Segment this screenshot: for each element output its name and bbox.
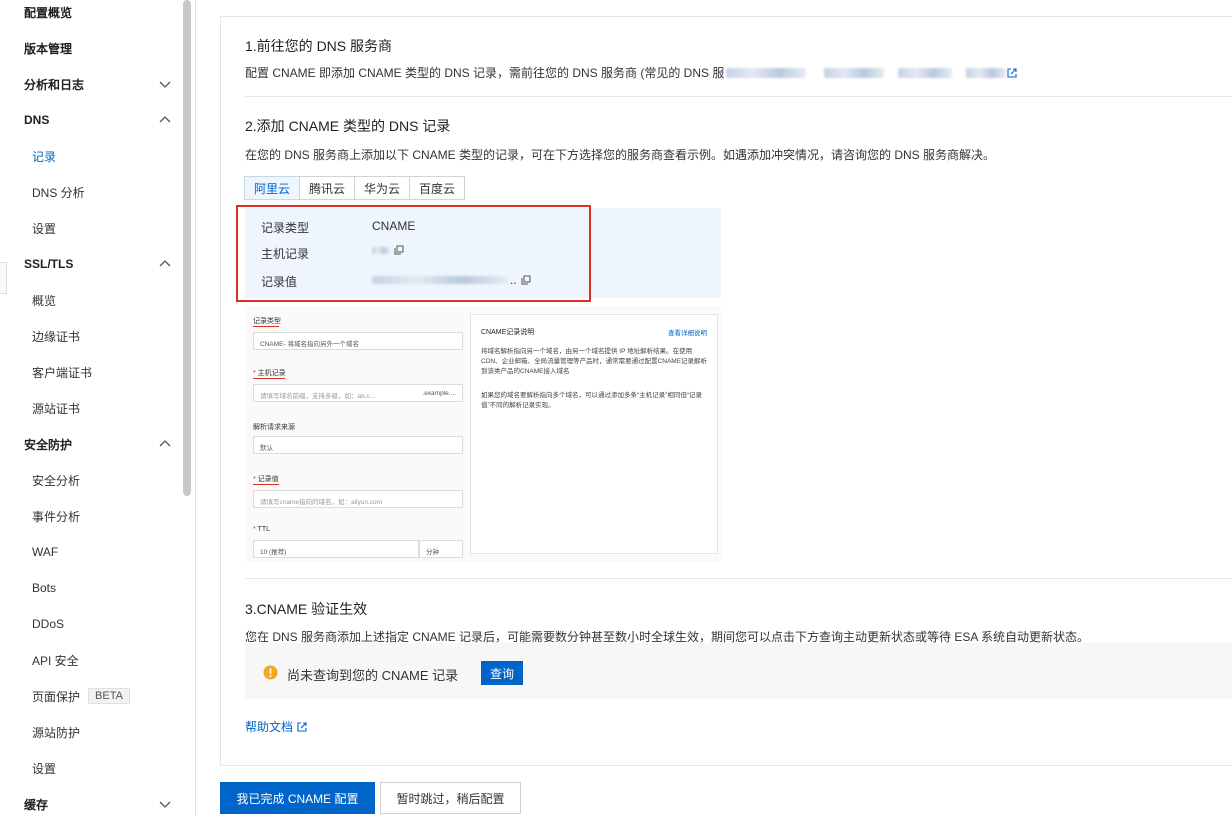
help-doc-link[interactable]: 帮助文档	[245, 718, 308, 735]
sidebar-item-api-security[interactable]: API 安全	[0, 645, 180, 675]
tab-tencent[interactable]: 腾讯云	[299, 176, 356, 200]
mock-label-ttl: * TTL	[253, 526, 270, 533]
redacted-record-value	[372, 276, 508, 284]
sidebar-item-event-analytics[interactable]: 事件分析	[0, 501, 180, 531]
chevron-up-icon	[159, 260, 171, 267]
example-form: 记录类型 CNAME- 将域名指向另外一个域名 * 主机记录 请填写域名前缀，支…	[253, 310, 465, 558]
step2-title: 2.添加 CNAME 类型的 DNS 记录	[245, 118, 451, 134]
redacted-link[interactable]	[966, 67, 1007, 78]
record-type-label: 记录类型	[261, 221, 310, 235]
host-record-label: 主机记录	[261, 247, 310, 261]
copy-icon[interactable]	[394, 245, 404, 255]
mock-label-host: * 主机记录	[253, 370, 286, 377]
complete-cname-button[interactable]: 我已完成 CNAME 配置	[220, 782, 375, 814]
beta-badge: BETA	[88, 688, 130, 704]
chevron-down-icon	[159, 801, 171, 808]
sidebar-item-overview[interactable]: 配置概览	[0, 0, 180, 27]
sidebar-scrollbar[interactable]	[183, 0, 191, 496]
external-link-icon[interactable]	[1006, 67, 1018, 79]
tab-aliyun[interactable]: 阿里云	[244, 176, 301, 200]
sidebar-item-cache[interactable]: 缓存	[0, 789, 180, 819]
redacted-text	[898, 67, 953, 78]
sidebar-item-waf[interactable]: WAF	[0, 537, 180, 567]
skip-button[interactable]: 暂时跳过，稍后配置	[380, 782, 521, 814]
sidebar-item-dns-analytics[interactable]: DNS 分析	[0, 177, 180, 207]
example-help-panel: CNAME记录说明 查看详细说明 将域名解析指向另一个域名，由另一个域名提供 I…	[470, 314, 718, 554]
copy-icon[interactable]	[521, 275, 531, 285]
mock-help-link: 查看详细说明	[668, 330, 707, 337]
redacted-text	[824, 67, 885, 78]
sidebar-item-security-analytics[interactable]: 安全分析	[0, 465, 180, 495]
mock-help-title: CNAME记录说明	[481, 329, 535, 336]
mock-select-type: CNAME- 将域名指向另外一个域名	[253, 332, 463, 350]
mock-input-ttl: 10 (推荐)	[253, 540, 419, 558]
tab-huawei[interactable]: 华为云	[354, 176, 411, 200]
chevron-up-icon	[159, 116, 171, 123]
record-type-value: CNAME	[372, 219, 416, 233]
sidebar-item-ddos[interactable]: DDoS	[0, 609, 180, 639]
sidebar-item-origin-certs[interactable]: 源站证书	[0, 393, 180, 423]
sidebar-item-ssl-overview[interactable]: 概览	[0, 285, 180, 315]
sidebar-item-versions[interactable]: 版本管理	[0, 33, 180, 63]
sidebar-item-dns-settings[interactable]: 设置	[0, 213, 180, 243]
step3-title: 3.CNAME 验证生效	[245, 601, 368, 617]
sidebar-item-ssl-tls[interactable]: SSL/TLS	[0, 249, 180, 279]
sidebar-item-security[interactable]: 安全防护	[0, 429, 180, 459]
host-record-value	[372, 245, 404, 255]
tab-baidu[interactable]: 百度云	[409, 176, 466, 200]
mock-help-text: 如果您的域名要解析指向多个域名，可以通过添加多条“主机记录”相同但“记录值”不同…	[481, 392, 702, 409]
sidebar-item-bots[interactable]: Bots	[0, 573, 180, 603]
step1-description-text: 配置 CNAME 即添加 CNAME 类型的 DNS 记录，需前往您的 DNS …	[245, 66, 725, 80]
sidebar-item-client-certs[interactable]: 客户端证书	[0, 357, 180, 387]
sidebar-item-records[interactable]: 记录	[0, 141, 180, 171]
sidebar-item-security-settings[interactable]: 设置	[0, 753, 180, 783]
divider	[245, 96, 1232, 97]
divider	[245, 578, 1232, 579]
mock-label-value: * 记录值	[253, 476, 279, 483]
sidebar-item-analytics[interactable]: 分析和日志	[0, 69, 180, 99]
step2-description: 在您的 DNS 服务商上添加以下 CNAME 类型的记录，可在下方选择您的服务商…	[245, 148, 996, 162]
dns-provider-tabs: 阿里云 腾讯云 华为云 百度云	[244, 176, 466, 200]
redacted-text	[726, 67, 807, 78]
mock-select-ttl-unit: 分钟	[419, 540, 463, 558]
example-screenshot: 记录类型 CNAME- 将域名指向另外一个域名 * 主机记录 请填写域名前缀，支…	[245, 306, 721, 562]
mock-input-host: 请填写域名前缀，支持多级，如：ab.c... .example....	[253, 384, 463, 402]
sidebar-item-dns[interactable]: DNS	[0, 105, 180, 135]
mock-label-source: 解析请求来源	[253, 424, 295, 431]
sidebar-item-origin-protection[interactable]: 源站防护	[0, 717, 180, 747]
step1-title: 1.前往您的 DNS 服务商	[245, 38, 393, 54]
query-button[interactable]: 查询	[481, 661, 523, 685]
chevron-down-icon	[159, 81, 171, 88]
external-link-icon	[297, 721, 307, 732]
mock-input-value: 请填写cname指向的域名，如：aliyun.com	[253, 490, 463, 508]
sidebar: 配置概览 版本管理 分析和日志 DNS 记录 DNS 分析 设置 SSL/TLS…	[0, 0, 196, 816]
record-value-label: 记录值	[261, 275, 298, 289]
mock-help-text: 将域名解析指向另一个域名，由另一个域名提供 IP 地址解析结果。在使用CDN、企…	[481, 348, 708, 375]
record-value-value: ..	[372, 273, 531, 287]
warning-icon	[263, 665, 278, 680]
step1-description: 配置 CNAME 即添加 CNAME 类型的 DNS 记录，需前往您的 DNS …	[245, 64, 1232, 81]
mock-label-type: 记录类型	[253, 318, 281, 325]
sidebar-item-page-protection[interactable]: 页面保护 BETA	[0, 681, 180, 711]
verification-status-text: 尚未查询到您的 CNAME 记录	[287, 668, 459, 683]
redacted-host	[372, 246, 390, 254]
sidebar-collapse-handle[interactable]	[0, 262, 7, 294]
mock-select-source: 默认	[253, 436, 463, 454]
sidebar-item-edge-certs[interactable]: 边缘证书	[0, 321, 180, 351]
chevron-up-icon	[159, 440, 171, 447]
